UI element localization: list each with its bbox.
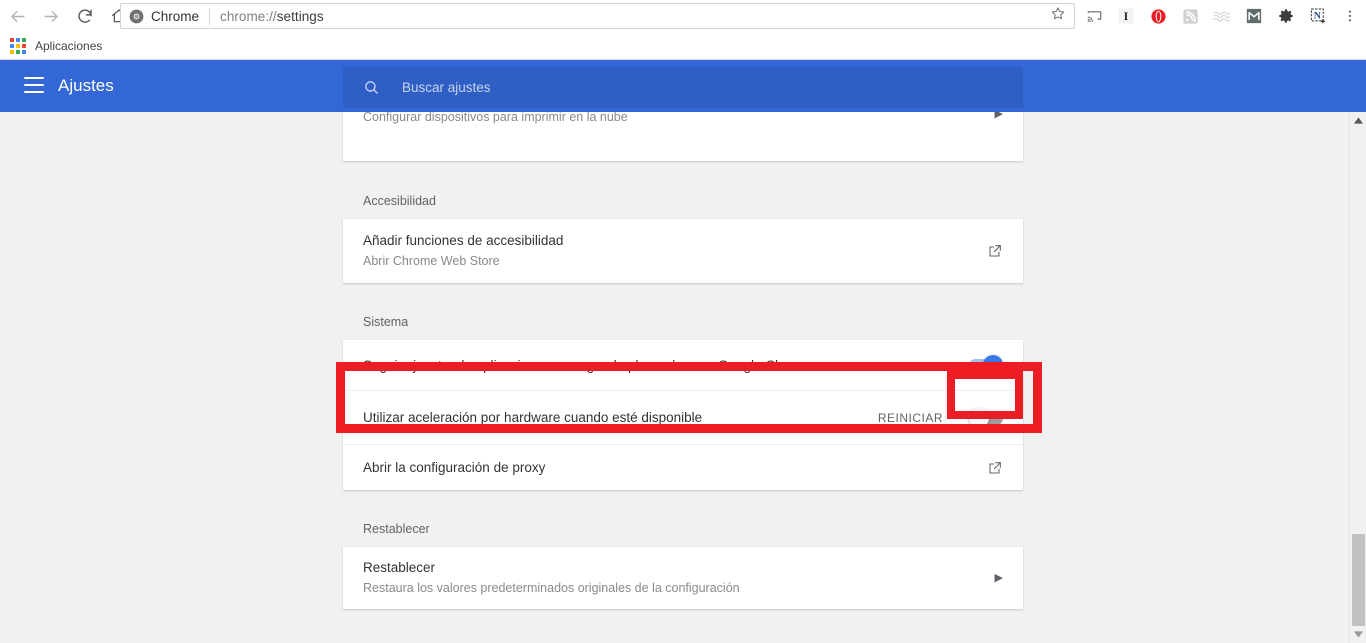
- table-row-background-apps[interactable]: Seguir ejecutando aplicaciones en segund…: [343, 340, 1023, 390]
- omnibox-site-label: Chrome: [151, 8, 200, 24]
- apps-grid-icon[interactable]: [10, 37, 26, 54]
- rss-feed-icon[interactable]: [1174, 0, 1206, 32]
- card-filler: [343, 138, 1023, 161]
- forward-button[interactable]: [34, 0, 68, 32]
- row-subtitle: Configurar dispositivos para imprimir en…: [363, 112, 628, 124]
- settings-column: Configurar dispositivos para imprimir en…: [343, 112, 1023, 609]
- row-text: Seguir ejecutando aplicaciones en segund…: [363, 345, 969, 386]
- external-link-icon[interactable]: [987, 243, 1003, 259]
- browser-chrome: Chrome chrome://settings I N Aplicacione…: [0, 0, 1366, 60]
- bookmarks-bar: Aplicaciones: [0, 32, 1366, 60]
- accessibility-card: Añadir funciones de accesibilidad Abrir …: [343, 219, 1023, 283]
- search-input[interactable]: Buscar ajustes: [402, 80, 491, 95]
- row-title: Restablecer: [363, 560, 436, 575]
- opera-red-circle-icon[interactable]: [1142, 0, 1174, 32]
- toggle-background-apps[interactable]: [969, 355, 1003, 375]
- back-button[interactable]: [0, 0, 34, 32]
- system-card: Seguir ejecutando aplicaciones en segund…: [343, 340, 1023, 490]
- hamburger-menu-icon[interactable]: [24, 77, 44, 93]
- row-title: Seguir ejecutando aplicaciones en segund…: [363, 357, 814, 373]
- chevron-right-icon: ▶: [994, 112, 1003, 120]
- row-text: Configurar dispositivos para imprimir en…: [363, 112, 983, 138]
- wave-lines-icon[interactable]: [1206, 0, 1238, 32]
- arrow-left-icon: [8, 7, 27, 26]
- section-label-accesibilidad: Accesibilidad: [363, 194, 436, 208]
- search-icon: [363, 79, 380, 96]
- reset-card: Restablecer Restaura los valores predete…: [343, 547, 1023, 609]
- google-cloud-print-card: Configurar dispositivos para imprimir en…: [343, 112, 1023, 161]
- chrome-logo-icon: [129, 9, 144, 24]
- gmail-m-icon[interactable]: [1238, 0, 1270, 32]
- page-scrollbar[interactable]: [1349, 112, 1366, 643]
- row-title: Utilizar aceleración por hardware cuando…: [363, 410, 703, 425]
- external-link-icon[interactable]: [987, 460, 1003, 476]
- bookmark-item-aplicaciones[interactable]: Aplicaciones: [35, 39, 102, 53]
- section-label-restablecer: Restablecer: [363, 522, 430, 536]
- extension-toolbar: I N: [1078, 0, 1366, 32]
- instapaper-icon[interactable]: I: [1110, 0, 1142, 32]
- row-title: Añadir funciones de accesibilidad: [363, 233, 564, 248]
- section-label-sistema: Sistema: [363, 315, 409, 329]
- search-settings-box[interactable]: Buscar ajustes: [343, 67, 1023, 108]
- restart-button[interactable]: REINICIAR: [878, 411, 943, 425]
- row-subtitle: Restaura los valores predeterminados ori…: [363, 581, 740, 595]
- chrome-menu-icon[interactable]: [1334, 0, 1366, 32]
- settings-content: Configurar dispositivos para imprimir en…: [0, 112, 1349, 643]
- page-title: Ajustes: [58, 76, 114, 95]
- evernote-n-icon[interactable]: N: [1302, 0, 1334, 32]
- row-text: Añadir funciones de accesibilidad Abrir …: [363, 220, 975, 282]
- omnibox-separator: [209, 7, 211, 25]
- scrollbar-thumb[interactable]: [1352, 534, 1365, 626]
- row-subtitle: Abrir Chrome Web Store: [363, 254, 500, 268]
- reload-button[interactable]: [68, 0, 102, 32]
- scroll-down-arrow-icon[interactable]: [1350, 626, 1366, 643]
- table-row-hardware-acceleration[interactable]: Utilizar aceleración por hardware cuando…: [343, 390, 1023, 444]
- toggle-knob: [969, 407, 989, 428]
- svg-text:I: I: [1124, 11, 1128, 23]
- svg-text:N: N: [1313, 10, 1320, 21]
- toggle-knob: [983, 355, 1003, 375]
- bookmark-star-icon[interactable]: [1050, 6, 1066, 27]
- chevron-right-icon: ▶: [994, 571, 1003, 584]
- row-text: Abrir la configuración de proxy: [363, 447, 975, 488]
- omnibox-url[interactable]: chrome://settings: [220, 9, 324, 24]
- table-row-proxy-settings[interactable]: Abrir la configuración de proxy: [343, 444, 1023, 490]
- row-title: Abrir la configuración de proxy: [363, 460, 546, 475]
- scroll-up-arrow-icon[interactable]: [1350, 112, 1366, 129]
- toggle-hardware-acceleration[interactable]: [969, 407, 1003, 428]
- address-bar[interactable]: Chrome chrome://settings: [120, 3, 1075, 29]
- reload-icon: [76, 7, 94, 25]
- cast-icon[interactable]: [1078, 0, 1110, 32]
- table-row[interactable]: Añadir funciones de accesibilidad Abrir …: [343, 219, 1023, 283]
- row-text: Utilizar aceleración por hardware cuando…: [363, 397, 878, 438]
- table-row-reset[interactable]: Restablecer Restaura los valores predete…: [343, 547, 1023, 609]
- arrow-right-icon: [42, 7, 61, 26]
- table-row[interactable]: Configurar dispositivos para imprimir en…: [343, 112, 1023, 138]
- row-text: Restablecer Restaura los valores predete…: [363, 547, 983, 609]
- gear-icon[interactable]: [1270, 0, 1302, 32]
